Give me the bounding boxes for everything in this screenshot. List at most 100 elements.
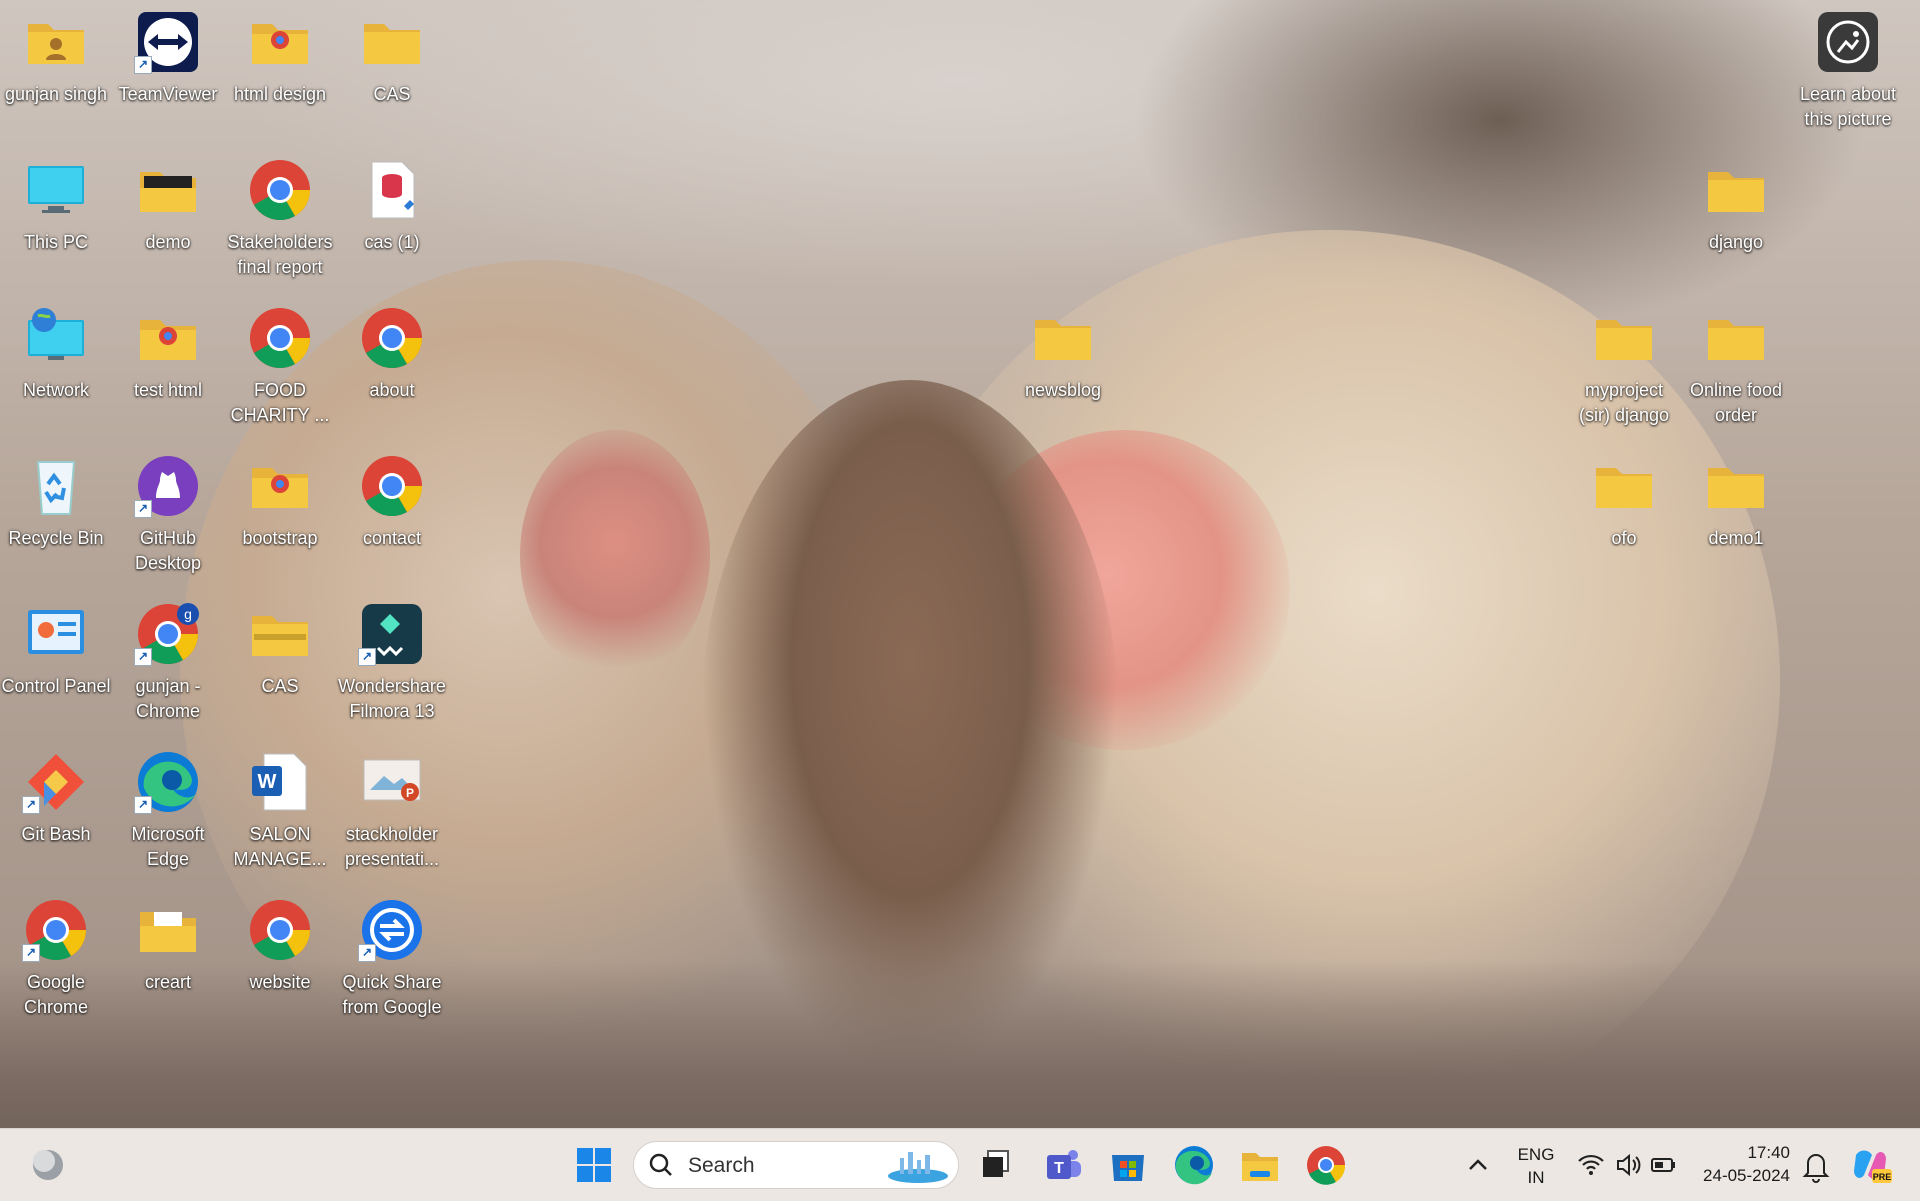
start-icon	[577, 1148, 611, 1182]
folder-icon	[140, 912, 196, 952]
desktop-icon-gunjan-chrome[interactable]: g ↗ gunjan - Chrome	[112, 592, 224, 732]
icon-label-line1: SALON	[249, 824, 311, 844]
icon-label: test html	[133, 380, 203, 400]
desktop-icon-food-charity[interactable]: FOOD CHARITY ...	[224, 296, 336, 436]
folder-icon	[364, 24, 420, 64]
desktop-icon-html-design[interactable]: html design	[224, 0, 336, 140]
desktop-icon-stackholder-presentation[interactable]: P stackholder presentati...	[336, 740, 448, 880]
icon-label: creart	[144, 972, 191, 992]
desktop-icon-wondershare-filmora[interactable]: ↗ Wondershare Filmora 13	[336, 592, 448, 732]
teams-icon: T	[1047, 1150, 1081, 1179]
icon-label: html design	[233, 84, 327, 104]
desktop-icon-teamviewer[interactable]: ↗ TeamViewer	[112, 0, 224, 140]
desktop-icon-network[interactable]: Network	[0, 296, 112, 436]
shortcut-arrow-icon: ↗	[134, 500, 152, 518]
icon-label-line1: Learn about	[1799, 84, 1897, 104]
desktop-icon-online-food-order[interactable]: Online food order	[1680, 296, 1792, 436]
icon-label: website	[249, 972, 311, 992]
widgets-button[interactable]	[24, 1141, 72, 1189]
desktop-icon-microsoft-edge[interactable]: ↗ Microsoft Edge	[112, 740, 224, 880]
desktop-icon-cas-folder[interactable]: CAS	[336, 0, 448, 140]
icon-label: CAS	[373, 84, 411, 104]
quick-settings-button[interactable]	[1572, 1145, 1682, 1185]
clock[interactable]: 17:40 24-05-2024	[1694, 1141, 1790, 1187]
notifications-button[interactable]	[1796, 1143, 1836, 1187]
icon-label-line1: Google	[26, 972, 86, 992]
icon-label-line1: GitHub	[139, 528, 197, 548]
desktop-icon-this-pc[interactable]: This PC	[0, 148, 112, 288]
desktop-icon-test-html[interactable]: test html	[112, 296, 224, 436]
desktop-icon-cas-1[interactable]: cas (1)	[336, 148, 448, 288]
desktop-icon-myproject-django[interactable]: myproject (sir) django	[1568, 296, 1680, 436]
desktop-icon-demo[interactable]: demo	[112, 148, 224, 288]
svg-text:T: T	[1054, 1160, 1064, 1177]
icon-label: Network	[22, 380, 89, 400]
icon-label: django	[1708, 232, 1764, 252]
desktop-icon-git-bash[interactable]: ↗ Git Bash	[0, 740, 112, 880]
shortcut-arrow-icon: ↗	[358, 648, 376, 666]
desktop-icon-github-desktop[interactable]: ↗ GitHub Desktop	[112, 444, 224, 584]
icon-label-line1: gunjan -	[135, 676, 201, 696]
desktop-icon-django[interactable]: django	[1680, 148, 1792, 288]
desktop-icon-recycle-bin[interactable]: Recycle Bin	[0, 444, 112, 584]
icon-label: contact	[362, 528, 422, 548]
folder-icon	[1596, 320, 1652, 360]
desktop-icon-salon-manage[interactable]: W SALON MANAGE...	[224, 740, 336, 880]
shortcut-arrow-icon: ↗	[134, 56, 152, 74]
icon-label: CAS	[261, 676, 299, 696]
desktop-icon-creart[interactable]: creart	[112, 888, 224, 1028]
desktop-icon-newsblog[interactable]: newsblog	[1007, 296, 1119, 436]
desktop-icon-ofo[interactable]: ofo	[1568, 444, 1680, 584]
copilot-button[interactable]: PRE	[1846, 1141, 1894, 1189]
icon-label: cas (1)	[364, 232, 420, 252]
icon-label: Recycle Bin	[8, 528, 104, 548]
taskbar-search-box[interactable]: Search	[633, 1141, 959, 1189]
svg-text:P: P	[406, 786, 414, 800]
folder-icon	[140, 172, 196, 212]
zip-folder-icon	[252, 616, 308, 656]
battery-icon	[1651, 1158, 1675, 1172]
icon-label-line1: FOOD	[254, 380, 306, 400]
desktop-icon-quick-share[interactable]: ↗ Quick Share from Google	[336, 888, 448, 1028]
edge-icon	[1175, 1146, 1213, 1185]
desktop-icon-cas-archive[interactable]: CAS	[224, 592, 336, 732]
desktop-icon-control-panel[interactable]: Control Panel	[0, 592, 112, 732]
microsoft-store-icon	[1112, 1155, 1144, 1181]
show-hidden-icons-button[interactable]	[1454, 1145, 1502, 1185]
folder-icon	[1708, 172, 1764, 212]
icon-label-line2: Chrome	[135, 701, 201, 721]
start-button[interactable]	[570, 1141, 618, 1189]
desktop-icon-stakeholders-final-report[interactable]: Stakeholders final report	[224, 148, 336, 288]
language-indicator[interactable]: ENG IN	[1508, 1143, 1564, 1189]
desktop-icon-google-chrome[interactable]: ↗ Google Chrome	[0, 888, 112, 1028]
file-explorer-button[interactable]	[1236, 1141, 1284, 1189]
edge-taskbar-button[interactable]	[1170, 1141, 1218, 1189]
microsoft-store-button[interactable]	[1104, 1141, 1152, 1189]
icon-label-line2: Filmora 13	[349, 701, 435, 721]
task-view-button[interactable]	[972, 1141, 1020, 1189]
icon-label: This PC	[23, 232, 88, 252]
desktop-icon-contact[interactable]: contact	[336, 444, 448, 584]
chrome-icon	[362, 308, 422, 369]
desktop-icon-learn-about-picture[interactable]: Learn about this picture	[1792, 0, 1904, 140]
desktop-icon-website[interactable]: website	[224, 888, 336, 1028]
folder-icon	[1035, 320, 1091, 360]
icon-label: TeamViewer	[118, 84, 218, 104]
chrome-icon	[250, 160, 310, 221]
desktop-icon-gunjan-singh[interactable]: gunjan singh	[0, 0, 112, 140]
icon-label-line1: Stakeholders	[227, 232, 333, 252]
folder-icon	[1708, 468, 1764, 508]
icon-label-line1: Microsoft	[131, 824, 205, 844]
teams-button[interactable]: T	[1039, 1141, 1087, 1189]
search-highlight-icon	[888, 1152, 948, 1183]
desktop-icon-bootstrap[interactable]: bootstrap	[224, 444, 336, 584]
clock-time: 17:40	[1747, 1143, 1790, 1162]
desktop-icon-about[interactable]: about	[336, 296, 448, 436]
icon-label-line1: Online food	[1689, 380, 1783, 400]
chrome-folder-icon	[252, 24, 308, 64]
icon-label: Git Bash	[21, 824, 91, 844]
icon-label-line2: order	[1714, 405, 1758, 425]
desktop-icon-demo1[interactable]: demo1	[1680, 444, 1792, 584]
shortcut-arrow-icon: ↗	[22, 796, 40, 814]
chrome-taskbar-button[interactable]	[1302, 1141, 1350, 1189]
